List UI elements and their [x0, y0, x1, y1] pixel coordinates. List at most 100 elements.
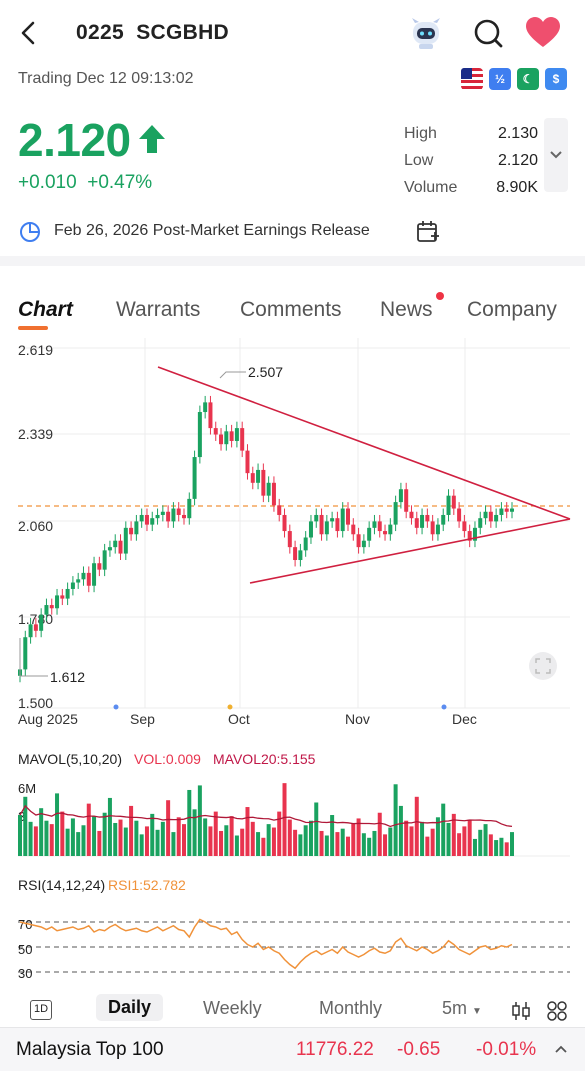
volume-bar: [166, 800, 171, 856]
robot-assistant-icon[interactable]: [406, 14, 446, 52]
expand-stats-button[interactable]: [544, 118, 568, 192]
price-chart[interactable]: 2.619 2.339 2.060 1.780 1.500 2.507 1.61…: [0, 338, 585, 738]
y-tick-2: 2.060: [18, 518, 53, 534]
candle-body: [160, 511, 165, 515]
candle-type-icon[interactable]: [510, 1000, 532, 1022]
up-arrow-icon: [139, 125, 165, 153]
index-ticker-bar[interactable]: Malaysia Top 100 11776.22 -0.65 -0.01%: [0, 1027, 585, 1071]
candle-body: [81, 572, 86, 580]
malaysia-flag-icon: [461, 68, 483, 90]
high-value: 2.130: [497, 124, 538, 142]
volume-bar: [49, 824, 54, 856]
x-tick-0: Aug 2025: [18, 711, 78, 727]
candle-body: [303, 537, 308, 551]
event-dot[interactable]: [227, 704, 233, 710]
period-5m-label: 5m: [442, 998, 468, 1018]
candle-body: [123, 527, 128, 554]
volume-bar: [324, 835, 329, 856]
stat-volume: Volume 8.90K: [404, 174, 538, 201]
candle-body: [208, 402, 213, 429]
favorite-heart-icon[interactable]: [523, 14, 563, 52]
tab-news[interactable]: News: [380, 298, 433, 322]
candle-body: [229, 431, 234, 441]
event-dot[interactable]: [113, 704, 119, 710]
chevron-down-icon: [550, 151, 562, 159]
volume-bar: [441, 803, 446, 856]
candle-body: [372, 521, 377, 528]
candle-body: [293, 547, 298, 561]
candle-body: [314, 514, 319, 522]
candle-body: [457, 508, 462, 522]
period-daily[interactable]: Daily: [96, 994, 164, 1021]
fullscreen-button[interactable]: [529, 652, 557, 680]
volume-bar: [197, 785, 202, 856]
volume-bar: [261, 837, 266, 856]
candle-body: [192, 457, 197, 499]
period-weekly[interactable]: Weekly: [203, 998, 262, 1019]
candle-body: [144, 514, 149, 525]
calendar-add-icon[interactable]: [416, 219, 440, 245]
volume-bar: [155, 829, 160, 856]
grid-layout-icon[interactable]: [546, 1000, 568, 1022]
candle-body: [155, 514, 160, 519]
volume-bar: [271, 827, 276, 856]
y-tick-0: 2.619: [18, 342, 53, 358]
volume-bar: [160, 821, 165, 856]
high-label: High: [404, 124, 437, 142]
change-value: +0.010: [18, 172, 77, 193]
volume-bar: [176, 817, 181, 856]
candle-body: [361, 540, 366, 548]
volume-bar: [367, 837, 372, 856]
volume-bar: [293, 829, 298, 856]
candle-body: [356, 534, 361, 548]
low-value: 2.120: [497, 151, 538, 169]
tab-comments[interactable]: Comments: [240, 298, 342, 322]
intraday-1d-button[interactable]: 1D: [30, 1000, 52, 1020]
earnings-release-row[interactable]: Feb 26, 2026 Post-Market Earnings Releas…: [18, 219, 568, 245]
volume-bar: [298, 834, 303, 856]
dollar-badge-icon: $: [545, 68, 567, 90]
volume-bar: [478, 829, 483, 856]
volume-bar: [240, 828, 245, 856]
tab-warrants[interactable]: Warrants: [116, 298, 200, 322]
volume-bar: [372, 830, 377, 856]
candle-body: [377, 521, 382, 532]
active-tab-underline: [18, 326, 48, 330]
candle-body: [97, 563, 102, 570]
search-icon[interactable]: [468, 14, 508, 52]
volume-label: Volume: [404, 178, 458, 196]
candle-body: [33, 624, 38, 631]
candle-body: [282, 514, 287, 532]
earnings-text: Feb 26, 2026 Post-Market Earnings Releas…: [54, 222, 370, 239]
event-dot[interactable]: [441, 704, 447, 710]
candle-body: [70, 582, 75, 589]
volume-bar: [92, 816, 97, 856]
volume-bar: [70, 818, 75, 856]
candle-body: [414, 518, 419, 528]
candle-body: [340, 508, 345, 532]
period-monthly[interactable]: Monthly: [319, 998, 382, 1019]
candle-body: [261, 469, 266, 496]
candle-body: [150, 518, 155, 525]
candle-body: [256, 469, 261, 483]
candle-body: [441, 514, 446, 525]
volume-bar: [383, 834, 388, 856]
back-arrow-icon[interactable]: [14, 18, 44, 48]
tab-chart[interactable]: Chart: [18, 298, 73, 322]
candle-body: [346, 508, 350, 525]
stat-low: Low 2.120: [404, 147, 538, 174]
shariah-crescent-icon: ☾: [517, 68, 539, 90]
candle-body: [462, 521, 467, 532]
tab-company[interactable]: Company: [467, 298, 557, 322]
candle-body: [287, 531, 292, 548]
y-tick-1: 2.339: [18, 426, 53, 442]
candle-body: [446, 495, 451, 515]
chevron-up-icon: [555, 1045, 567, 1053]
candle-body: [28, 624, 33, 638]
candle-body: [504, 508, 509, 512]
x-tick-3: Nov: [345, 711, 370, 727]
rsi-label: RSI(14,12,24): [18, 877, 105, 893]
candle-body: [430, 521, 435, 535]
volume-bar: [113, 822, 118, 856]
period-5m[interactable]: 5m ▼: [442, 998, 482, 1019]
